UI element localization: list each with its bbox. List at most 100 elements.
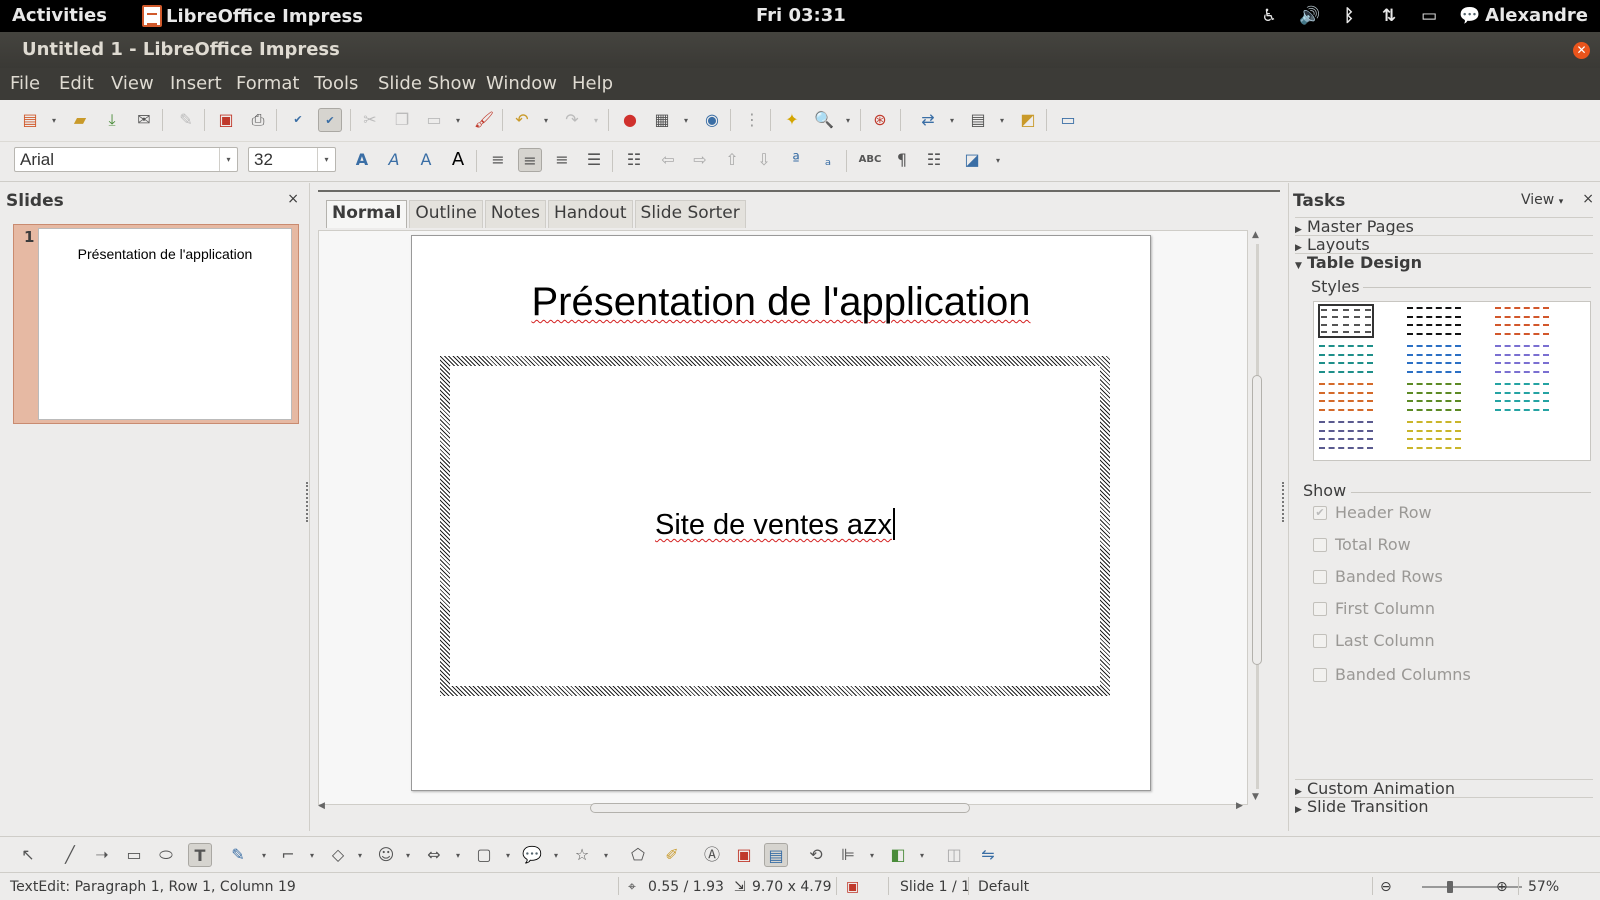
zoom-dropdown-icon[interactable]: ▾ [846, 116, 850, 125]
zoom-in-icon[interactable]: ⊕ [1496, 879, 1508, 895]
demote-icon[interactable]: ⇨ [688, 148, 712, 172]
menu-window[interactable]: Window [486, 73, 557, 94]
arrow-line-icon[interactable]: ➝ [90, 843, 114, 867]
redo-dropdown-icon[interactable]: ▾ [594, 116, 598, 125]
table-icon[interactable]: ▦ [650, 108, 674, 132]
shapes-dropdown-icon[interactable]: ▾ [358, 851, 362, 860]
ellipse-icon[interactable]: ⬭ [154, 843, 178, 867]
volume-icon[interactable]: 🔊 [1299, 6, 1320, 26]
align-left-icon[interactable]: ≡ [486, 148, 510, 172]
accessibility-icon[interactable]: ♿ [1259, 6, 1279, 26]
from-file-icon[interactable]: ▣ [732, 843, 756, 867]
menu-format[interactable]: Format [236, 73, 299, 94]
scroll-down-icon[interactable]: ▼ [1252, 792, 1259, 802]
select-arrow-icon[interactable]: ↖ [16, 843, 40, 867]
chart-icon[interactable]: ● [618, 108, 642, 132]
fontwork-icon[interactable]: Ⓐ [700, 843, 724, 867]
flowchart-dropdown-icon[interactable]: ▾ [506, 851, 510, 860]
table-style-swatch[interactable] [1318, 380, 1374, 414]
outline-font-icon[interactable]: A [350, 148, 374, 172]
menu-file[interactable]: File [10, 73, 40, 94]
text-tool-icon[interactable]: T [188, 843, 212, 867]
align-objects-icon[interactable]: ⊫ [836, 843, 860, 867]
layout-dropdown-icon[interactable]: ▾ [1000, 116, 1004, 125]
superscript-icon[interactable]: ª [784, 148, 808, 172]
area-style-icon[interactable]: ◪ [960, 148, 984, 172]
table-style-swatch[interactable] [1406, 380, 1462, 414]
menu-help[interactable]: Help [572, 73, 613, 94]
text-box-content[interactable]: Site de ventes azx [450, 366, 1100, 686]
new-document-icon[interactable]: ▤ [18, 108, 42, 132]
paste-dropdown-icon[interactable]: ▾ [456, 116, 460, 125]
slide-layout-icon[interactable]: ▤ [966, 108, 990, 132]
menu-view[interactable]: View [111, 73, 154, 94]
basic-shapes-icon[interactable]: ◇ [326, 843, 350, 867]
close-icon[interactable]: × [1582, 191, 1594, 207]
close-icon[interactable]: × [287, 191, 299, 207]
font-bold-icon[interactable]: A [446, 148, 470, 172]
table-style-swatch[interactable] [1406, 418, 1462, 452]
banded-columns-checkbox[interactable]: Banded Columns [1313, 665, 1471, 684]
align-dropdown-icon[interactable]: ▾ [870, 851, 874, 860]
slide-thumbnail[interactable]: 1 Présentation de l'application [13, 224, 299, 424]
font-size-box[interactable]: 32 ▾ [248, 147, 336, 172]
navigator-icon[interactable]: ✦ [780, 108, 804, 132]
slide-icon[interactable]: ⇄ [916, 108, 940, 132]
bluetooth-icon[interactable]: ᛒ [1339, 6, 1359, 26]
tab-handout[interactable]: Handout [547, 200, 633, 228]
promote-icon[interactable]: ⇦ [656, 148, 680, 172]
font-color-icon[interactable]: A [414, 148, 438, 172]
spellcheck-icon[interactable]: ✔ [286, 108, 310, 132]
section-table-design[interactable]: ▼ Table Design [1295, 253, 1593, 272]
curve-dropdown-icon[interactable]: ▾ [262, 851, 266, 860]
area-dropdown-icon[interactable]: ▾ [996, 156, 1000, 165]
shadow-font-icon[interactable]: A [382, 148, 406, 172]
tasks-view-menu[interactable]: View ▾ [1521, 192, 1563, 208]
connector-icon[interactable]: ⌐ [276, 843, 300, 867]
block-arrows-icon[interactable]: ⇔ [422, 843, 446, 867]
image-icon[interactable]: ◉ [700, 108, 724, 132]
menu-insert[interactable]: Insert [170, 73, 222, 94]
arrows-dropdown-icon[interactable]: ▾ [456, 851, 460, 860]
subscript-icon[interactable]: ₐ [816, 148, 840, 172]
header-row-checkbox[interactable]: ✔ Header Row [1313, 503, 1432, 522]
export-pdf-icon[interactable]: ▣ [214, 108, 238, 132]
section-slide-transition[interactable]: ▶ Slide Transition [1295, 797, 1593, 816]
paste-icon[interactable]: ▭ [422, 108, 446, 132]
tab-notes[interactable]: Notes [484, 200, 546, 228]
window-close-button[interactable]: ✕ [1573, 42, 1590, 59]
print-icon[interactable]: ⎙ [246, 108, 270, 132]
scroll-thumb[interactable] [590, 803, 970, 813]
curve-icon[interactable]: ✎ [226, 843, 250, 867]
move-down-icon[interactable]: ⇩ [752, 148, 776, 172]
extrusion-icon[interactable]: ◫ [942, 843, 966, 867]
gallery-icon[interactable]: ▤ [764, 843, 788, 867]
table-style-swatch[interactable] [1494, 304, 1550, 338]
stars-icon[interactable]: ☆ [570, 843, 594, 867]
zoom-icon[interactable]: 🔍 [812, 108, 836, 132]
network-icon[interactable]: ⇅ [1379, 6, 1399, 26]
tasks-pane-splitter[interactable] [1282, 482, 1286, 522]
table-style-swatch[interactable] [1494, 380, 1550, 414]
grid-icon[interactable]: ⋮ [740, 108, 764, 132]
email-icon[interactable]: ✉ [132, 108, 156, 132]
zoom-slider-knob[interactable] [1447, 881, 1453, 893]
connector-dropdown-icon[interactable]: ▾ [310, 851, 314, 860]
slides-pane-splitter[interactable] [306, 482, 310, 522]
callouts-icon[interactable]: 💬 [520, 843, 544, 867]
horizontal-scrollbar[interactable]: ◀ ▶ [318, 801, 1248, 815]
status-zoom[interactable]: 57% [1528, 879, 1559, 895]
slide-canvas[interactable]: Présentation de l'application Site de ve… [318, 230, 1248, 805]
table-style-swatch[interactable] [1406, 342, 1462, 376]
text-box-editing[interactable]: Site de ventes azx [440, 356, 1110, 696]
undo-dropdown-icon[interactable]: ▾ [544, 116, 548, 125]
clone-formatting-icon[interactable]: 🖌 [472, 108, 496, 132]
menu-tools[interactable]: Tools [314, 73, 358, 94]
toggle-extrusion-icon[interactable]: ⇋ [976, 843, 1000, 867]
line-icon[interactable]: ╱ [58, 843, 82, 867]
tab-slide-sorter[interactable]: Slide Sorter [634, 200, 746, 228]
cut-icon[interactable]: ✂ [358, 108, 382, 132]
scroll-thumb[interactable] [1252, 375, 1262, 665]
section-layouts[interactable]: ▶ Layouts [1295, 235, 1593, 254]
move-up-icon[interactable]: ⇧ [720, 148, 744, 172]
